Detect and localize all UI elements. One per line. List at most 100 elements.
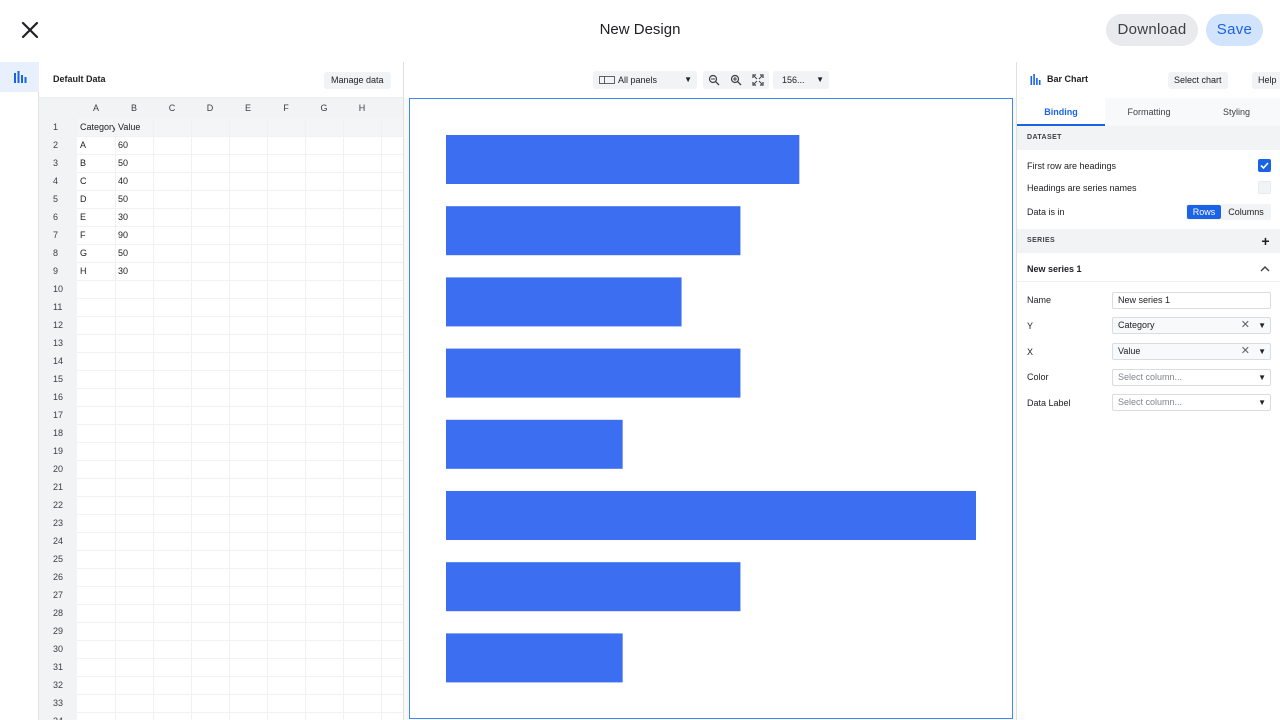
data-label-column-select[interactable]: Select column... ▼	[1112, 394, 1271, 411]
bar-B[interactable]	[446, 206, 741, 256]
download-button[interactable]: Download	[1106, 14, 1198, 46]
series-item-header[interactable]: New series 1	[1017, 256, 1280, 282]
spreadsheet-grid[interactable]: 1 2 3 4 5 6 7 8 9 10 11 12 13 14 15 16 17 18 19 20 21 22 23 24 2…	[39, 98, 403, 720]
row-number[interactable]: 5	[39, 190, 77, 208]
row-number[interactable]: 11	[39, 298, 77, 316]
tab-styling[interactable]: Styling	[1193, 98, 1280, 126]
rail-item-chart[interactable]	[0, 62, 39, 92]
row-number[interactable]: 22	[39, 496, 77, 514]
bar-E[interactable]	[446, 419, 623, 469]
columns-option[interactable]: Columns	[1222, 205, 1270, 219]
row-number[interactable]: 7	[39, 226, 77, 244]
table-cell[interactable]: 30	[115, 262, 153, 280]
chart-frame[interactable]	[409, 98, 1013, 719]
row-number[interactable]: 30	[39, 640, 77, 658]
row-number[interactable]: 3	[39, 154, 77, 172]
row-number[interactable]: 25	[39, 550, 77, 568]
row-number[interactable]: 28	[39, 604, 77, 622]
row-number[interactable]: 4	[39, 172, 77, 190]
row-number[interactable]: 17	[39, 406, 77, 424]
table-cell[interactable]: 50	[115, 154, 153, 172]
clear-icon[interactable]: ✕	[1241, 344, 1250, 359]
chevron-up-icon[interactable]	[1260, 265, 1270, 272]
select-chart-button[interactable]: Select chart	[1168, 72, 1228, 89]
table-cell[interactable]: H	[77, 262, 115, 280]
chevron-down-icon[interactable]: ▼	[1258, 344, 1266, 359]
table-cell[interactable]: 50	[115, 190, 153, 208]
series-name-input[interactable]: New series 1	[1112, 292, 1271, 309]
bar-F[interactable]	[446, 491, 976, 540]
tab-binding[interactable]: Binding	[1017, 98, 1105, 126]
panels-select[interactable]: All panels ▼	[593, 71, 697, 89]
manage-data-button[interactable]: Manage data	[324, 72, 391, 89]
table-cell[interactable]: A	[77, 136, 115, 154]
add-series-icon[interactable]: +	[1261, 229, 1270, 253]
zoom-in-icon[interactable]	[730, 74, 742, 86]
bar-A[interactable]	[446, 135, 800, 184]
row-number[interactable]: 34	[39, 712, 77, 720]
row-number[interactable]: 31	[39, 658, 77, 676]
table-cell[interactable]: C	[77, 172, 115, 190]
row-number[interactable]: 29	[39, 622, 77, 640]
tab-formatting[interactable]: Formatting	[1105, 98, 1193, 126]
column-header[interactable]: E	[229, 98, 267, 118]
headings-series-names-checkbox[interactable]	[1258, 181, 1271, 194]
bar-D[interactable]	[446, 348, 741, 398]
zoom-level-select[interactable]: 156... ▼	[773, 71, 829, 89]
row-number[interactable]: 18	[39, 424, 77, 442]
row-number[interactable]: 33	[39, 694, 77, 712]
table-cell[interactable]: Value	[115, 118, 153, 136]
table-cell[interactable]: 40	[115, 172, 153, 190]
x-column-select[interactable]: Value ✕ ▼	[1112, 343, 1271, 360]
table-cell[interactable]: B	[77, 154, 115, 172]
table-cell[interactable]: G	[77, 244, 115, 262]
row-number[interactable]: 10	[39, 280, 77, 298]
column-header[interactable]: D	[191, 98, 229, 118]
table-cell[interactable]: F	[77, 226, 115, 244]
row-number[interactable]: 14	[39, 352, 77, 370]
table-cell[interactable]: Category	[77, 118, 115, 136]
table-cell[interactable]: 30	[115, 208, 153, 226]
help-button[interactable]: Help	[1252, 72, 1280, 89]
row-number[interactable]: 21	[39, 478, 77, 496]
row-number[interactable]: 6	[39, 208, 77, 226]
chevron-down-icon[interactable]: ▼	[1258, 395, 1266, 410]
column-header[interactable]: G	[305, 98, 343, 118]
table-cell[interactable]: 50	[115, 244, 153, 262]
table-cell[interactable]: 90	[115, 226, 153, 244]
row-number[interactable]: 24	[39, 532, 77, 550]
rows-option[interactable]: Rows	[1187, 205, 1221, 219]
row-number[interactable]: 20	[39, 460, 77, 478]
table-cell[interactable]: 60	[115, 136, 153, 154]
column-header[interactable]: H	[343, 98, 381, 118]
column-header[interactable]: F	[267, 98, 305, 118]
table-cell[interactable]: E	[77, 208, 115, 226]
row-number[interactable]: 15	[39, 370, 77, 388]
y-column-select[interactable]: Category ✕ ▼	[1112, 317, 1271, 334]
bar-H[interactable]	[446, 633, 623, 683]
bar-G[interactable]	[446, 562, 741, 612]
row-number[interactable]: 16	[39, 388, 77, 406]
row-number[interactable]: 19	[39, 442, 77, 460]
bar-C[interactable]	[446, 277, 682, 327]
row-number[interactable]: 32	[39, 676, 77, 694]
cell-area[interactable]: Category Value A 60 B 50 C 40 D 50 E 30 F 90 G 50 H 30	[77, 118, 403, 720]
table-cell[interactable]: D	[77, 190, 115, 208]
first-row-headings-checkbox[interactable]	[1258, 159, 1271, 172]
row-number[interactable]: 2	[39, 136, 77, 154]
row-number[interactable]: 23	[39, 514, 77, 532]
row-number[interactable]: 26	[39, 568, 77, 586]
row-number[interactable]: 9	[39, 262, 77, 280]
column-header[interactable]: B	[115, 98, 153, 118]
fit-screen-icon[interactable]	[752, 74, 764, 86]
column-header[interactable]: C	[153, 98, 191, 118]
save-button[interactable]: Save	[1206, 14, 1263, 46]
chevron-down-icon[interactable]: ▼	[1258, 318, 1266, 333]
column-header[interactable]: A	[77, 98, 115, 118]
clear-icon[interactable]: ✕	[1241, 318, 1250, 333]
chevron-down-icon[interactable]: ▼	[1258, 370, 1266, 385]
row-number[interactable]: 12	[39, 316, 77, 334]
zoom-out-icon[interactable]	[708, 74, 720, 86]
row-number[interactable]: 13	[39, 334, 77, 352]
row-number[interactable]: 27	[39, 586, 77, 604]
